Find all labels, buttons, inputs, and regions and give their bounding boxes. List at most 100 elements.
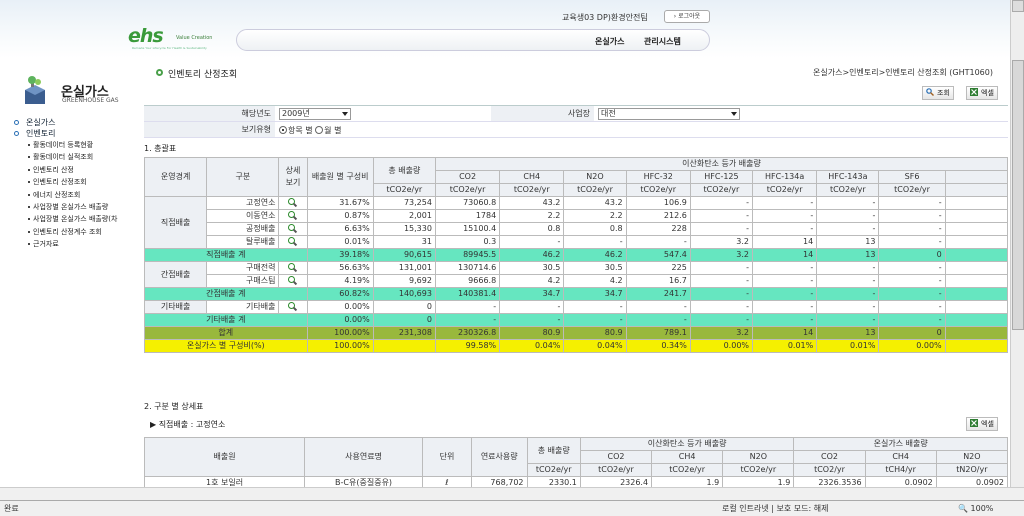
- row-label: 기타배출: [206, 300, 280, 314]
- gas-value-cell: 0.00%: [689, 339, 754, 353]
- sidebar-item[interactable]: 근거자료: [14, 238, 142, 250]
- page-title: 인벤토리 산정조회: [156, 67, 237, 80]
- scroll-thumb[interactable]: [1012, 60, 1024, 330]
- ehs-logo[interactable]: ehs Value Creation Remade Your Lifecycle…: [128, 25, 228, 51]
- magnifier-icon[interactable]: [288, 275, 297, 285]
- magnifier-icon[interactable]: [288, 301, 297, 311]
- sidebar-item-label: 인벤토리 산정계수 조회: [33, 227, 102, 236]
- row-label: 고정연소: [206, 196, 280, 210]
- sidebar-item[interactable]: 사업장별 온실가스 배출량(차: [14, 213, 142, 225]
- col-gas: HFC-134a: [752, 170, 818, 184]
- sidebar-item[interactable]: 활동데이터 등록현황: [14, 139, 142, 151]
- detail-cell[interactable]: [278, 261, 308, 275]
- search-button[interactable]: 조회: [922, 86, 954, 100]
- gas-value-cell: 46.2: [499, 248, 565, 262]
- year-select[interactable]: 2009년: [279, 108, 351, 120]
- magnifier-icon[interactable]: [288, 236, 297, 246]
- circle-bullet-icon: [14, 120, 19, 125]
- sidebar-item-label: 인벤토리 산정: [33, 165, 74, 174]
- gas-value-cell: 106.9: [625, 196, 691, 210]
- gas-value-cell: 0.04%: [499, 339, 565, 353]
- gas-value-cell: -: [625, 235, 691, 249]
- sidebar-item-label: 인벤토리: [26, 129, 56, 138]
- detail-cell[interactable]: [278, 196, 308, 210]
- detail-cell[interactable]: [278, 209, 308, 223]
- top-nav: 온실가스 관리시스템: [236, 29, 710, 51]
- excel-button[interactable]: 엑셀: [966, 86, 998, 100]
- col-spacer: [944, 183, 1009, 197]
- sidebar-item[interactable]: 인벤토리 산정계수 조회: [14, 226, 142, 238]
- gas-value-cell: 140381.4: [434, 287, 501, 301]
- col-gas-unit: tCO2e/yr: [689, 183, 754, 197]
- gas-value-cell: 15100.4: [434, 222, 501, 236]
- gas-value-cell: 4.2: [499, 274, 565, 288]
- ratio-cell: 39.18%: [306, 248, 374, 262]
- col-co2eq-gas: CO2: [579, 450, 653, 464]
- col-gas: HFC-32: [625, 170, 691, 184]
- magnifier-icon[interactable]: [288, 210, 297, 220]
- gas-value-cell: -: [434, 313, 501, 327]
- magnifier-icon[interactable]: [288, 262, 297, 272]
- gas-value-cell: 3.2: [689, 326, 754, 340]
- detail-cell[interactable]: [278, 222, 308, 236]
- gas-value-cell: 30.5: [563, 261, 627, 275]
- sidebar-item-label: 활동데이터 실적조회: [33, 153, 94, 162]
- detail-cell[interactable]: [278, 274, 308, 288]
- gas-value-cell: 89945.5: [434, 248, 501, 262]
- ghg-ratio-row: 온실가스 별 구성비(%) 100.00% 99.58% 0.04% 0.04% 0.34…: [144, 339, 1009, 353]
- nav-item-admin[interactable]: 관리시스템: [644, 36, 681, 47]
- spacer-cell: [944, 235, 1009, 249]
- sidebar-item[interactable]: 온실가스: [14, 117, 142, 128]
- gas-value-cell: 0.01%: [816, 339, 880, 353]
- magnifier-icon[interactable]: [288, 223, 297, 233]
- chevron-down-icon: [342, 112, 348, 116]
- ratio-cell: 0.00%: [306, 300, 374, 314]
- gas-value-cell: -: [752, 287, 818, 301]
- zoom-level[interactable]: 🔍 100%: [958, 501, 993, 516]
- sidebar-item[interactable]: 인벤토리: [14, 128, 142, 139]
- sidebar-item[interactable]: 인벤토리 산정: [14, 164, 142, 176]
- scroll-up-arrow[interactable]: [1012, 0, 1024, 12]
- gas-value-cell: 34.7: [499, 287, 565, 301]
- gas-value-cell: 73060.8: [434, 196, 501, 210]
- total-cell: 231,308: [372, 326, 436, 340]
- gas-value-cell: 43.2: [563, 196, 627, 210]
- header: ehs Value Creation Remade Your Lifecycle…: [0, 0, 1010, 58]
- gas-value-cell: 80.9: [499, 326, 565, 340]
- col-unit: 단위: [422, 437, 472, 477]
- row-label: 이동연소: [206, 209, 280, 223]
- view-by-item-radio[interactable]: [279, 126, 287, 134]
- row-label: 탈루배출: [206, 235, 280, 249]
- logout-button[interactable]: › 로그아웃: [664, 10, 710, 23]
- sidebar-item-label: 온실가스: [26, 118, 56, 127]
- detail-excel-button[interactable]: 엑셀: [966, 417, 998, 431]
- ratio-cell: 60.82%: [306, 287, 374, 301]
- col-total: 총 배출량: [526, 437, 581, 464]
- breadcrumb: 온실가스>인벤토리>인벤토리 산정조회 (GHT1060): [813, 68, 993, 77]
- col-gas-unit: tCO2e/yr: [499, 183, 565, 197]
- total-cell: 73,254: [372, 196, 436, 210]
- excel-button-label: 엑셀: [981, 89, 994, 97]
- gas-value-cell: -: [878, 261, 946, 275]
- horizontal-scrollbar[interactable]: [0, 487, 1024, 500]
- gas-value-cell: -: [563, 300, 627, 314]
- gas-value-cell: 0.34%: [625, 339, 691, 353]
- detail-cell[interactable]: [278, 235, 308, 249]
- table-row: 기타배출 기타배출 0.00% 0- - - - - - - -: [143, 300, 1009, 314]
- sidebar-item[interactable]: 사업장별 온실가스 배출량: [14, 201, 142, 213]
- row-label: 간접배출 계: [144, 287, 308, 301]
- gas-value-cell: -: [563, 235, 627, 249]
- nav-item-ghg[interactable]: 온실가스: [595, 36, 624, 47]
- gas-value-cell: -: [878, 287, 946, 301]
- sidebar-item[interactable]: 인벤토리 산정조회: [14, 176, 142, 188]
- gas-value-cell: 99.58%: [434, 339, 501, 353]
- site-select[interactable]: 대전: [598, 108, 740, 120]
- vertical-scrollbar[interactable]: [1010, 0, 1024, 500]
- summary-section-title: 1. 총괄표: [144, 144, 177, 153]
- view-by-month-radio[interactable]: [315, 126, 324, 134]
- detail-cell[interactable]: [278, 300, 308, 314]
- sidebar-item[interactable]: 에너지 산정조회: [14, 189, 142, 201]
- col-ratio: 배출원 별 구성비: [306, 157, 374, 197]
- sidebar-item[interactable]: 활동데이터 실적조회: [14, 151, 142, 163]
- magnifier-icon[interactable]: [288, 197, 297, 207]
